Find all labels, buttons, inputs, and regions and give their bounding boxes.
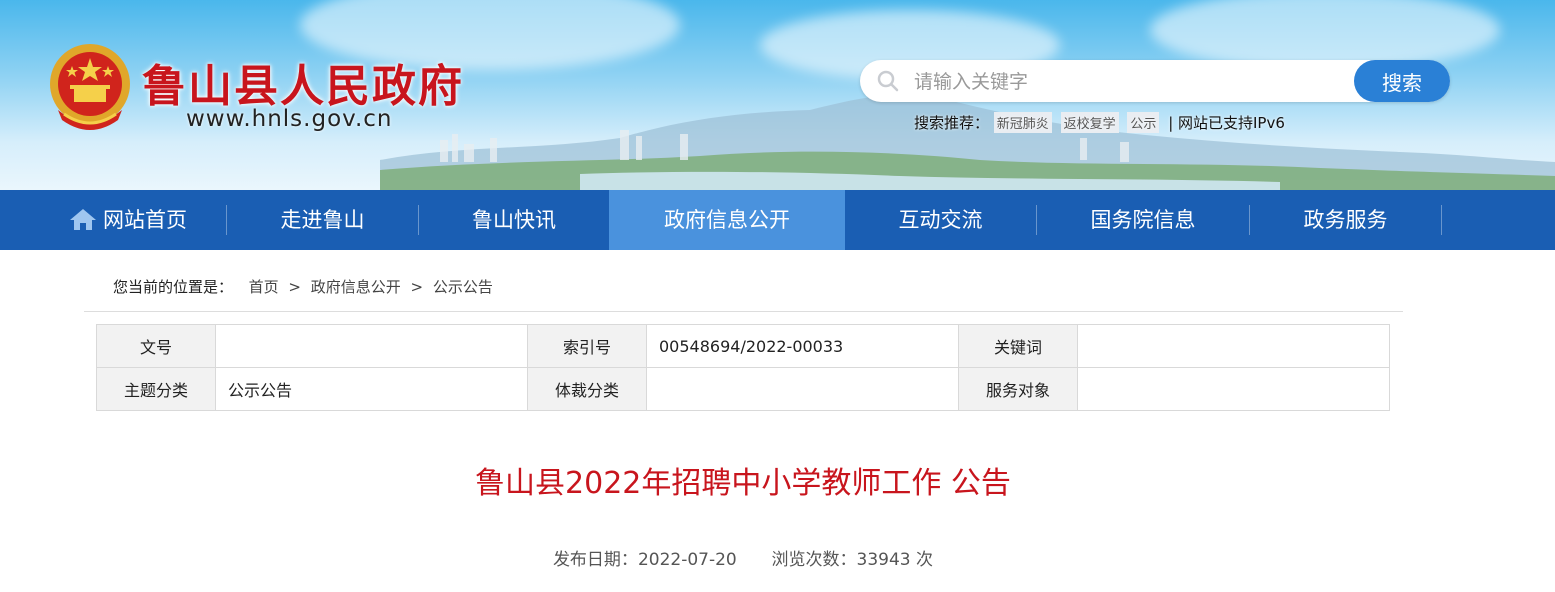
site-header: 鲁山县人民政府 www.hnls.gov.cn 搜索 搜索推荐： 新冠肺炎 返校… — [0, 0, 1555, 190]
search-tag[interactable]: 新冠肺炎 — [993, 112, 1052, 133]
meta-value: 公示公告 — [215, 367, 528, 411]
breadcrumb: 您当前的位置是： 首页 > 政府信息公开 > 公示公告 — [113, 276, 493, 297]
views-count: 33943 — [856, 550, 911, 570]
search-recommend: 搜索推荐： 新冠肺炎 返校复学 公示 | 网站已支持IPv6 — [914, 112, 1285, 133]
nav-item-gov-info[interactable]: 政府信息公开 — [609, 190, 845, 250]
breadcrumb-separator: > — [288, 278, 301, 296]
search-tag[interactable]: 公示 — [1127, 112, 1160, 133]
search-tag[interactable]: 返校复学 — [1060, 112, 1119, 133]
nav-divider — [1441, 205, 1442, 235]
nav-item-about[interactable]: 走进鲁山 — [227, 190, 418, 250]
breadcrumb-link-gov-info[interactable]: 政府信息公开 — [311, 278, 401, 296]
nav-label: 网站首页 — [103, 208, 187, 232]
search-input[interactable] — [912, 66, 1346, 98]
meta-value — [1077, 367, 1390, 411]
nav-item-news[interactable]: 鲁山快讯 — [419, 190, 609, 250]
table-row: 文号 索引号 00548694/2022-00033 关键词 — [96, 324, 1390, 368]
nav-item-state-council[interactable]: 国务院信息 — [1037, 190, 1249, 250]
views-label: 浏览次数： — [771, 550, 857, 570]
breadcrumb-separator: > — [410, 278, 424, 296]
publish-date-label: 发布日期： — [552, 550, 638, 570]
breadcrumb-link-home[interactable]: 首页 — [249, 278, 279, 296]
meta-key: 服务对象 — [958, 367, 1078, 411]
search-button[interactable]: 搜索 — [1354, 60, 1450, 102]
site-title: 鲁山县人民政府 — [142, 61, 464, 112]
meta-key: 主题分类 — [96, 367, 216, 411]
nav-item-home[interactable]: 网站首页 — [30, 190, 226, 250]
breadcrumb-divider — [84, 311, 1403, 312]
main-nav: 网站首页 走进鲁山 鲁山快讯 政府信息公开 互动交流 国务院信息 政务服务 — [0, 190, 1555, 250]
article-meta: 发布日期：2022-07-20 浏览次数：33943 次 — [0, 545, 1486, 570]
breadcrumb-link-notices[interactable]: 公示公告 — [433, 278, 493, 296]
ipv6-note: | 网站已支持IPv6 — [1168, 114, 1285, 132]
city-landscape-image — [380, 94, 1555, 190]
meta-value — [1077, 324, 1390, 368]
table-row: 主题分类 公示公告 体裁分类 服务对象 — [96, 367, 1390, 411]
nav-item-services[interactable]: 政务服务 — [1250, 190, 1441, 250]
meta-key: 文号 — [96, 324, 216, 368]
meta-value — [215, 324, 528, 368]
article-title: 鲁山县2022年招聘中小学教师工作 公告 — [475, 466, 1011, 501]
meta-value — [646, 367, 959, 411]
meta-value: 00548694/2022-00033 — [646, 324, 959, 368]
meta-key: 索引号 — [527, 324, 647, 368]
search-box: 搜索 — [860, 60, 1450, 102]
search-recommend-label: 搜索推荐： — [914, 114, 990, 132]
home-icon — [70, 209, 96, 230]
meta-key: 关键词 — [958, 324, 1078, 368]
publish-date: 2022-07-20 — [637, 550, 737, 570]
nav-item-interaction[interactable]: 互动交流 — [845, 190, 1036, 250]
national-emblem-icon — [50, 44, 130, 130]
site-url: www.hnls.gov.cn — [186, 106, 393, 132]
meta-key: 体裁分类 — [527, 367, 647, 411]
search-icon — [877, 70, 899, 92]
breadcrumb-prefix: 您当前的位置是： — [113, 278, 234, 296]
views-unit: 次 — [916, 550, 934, 570]
document-meta-table: 文号 索引号 00548694/2022-00033 关键词 主题分类 公示公告… — [96, 324, 1390, 411]
